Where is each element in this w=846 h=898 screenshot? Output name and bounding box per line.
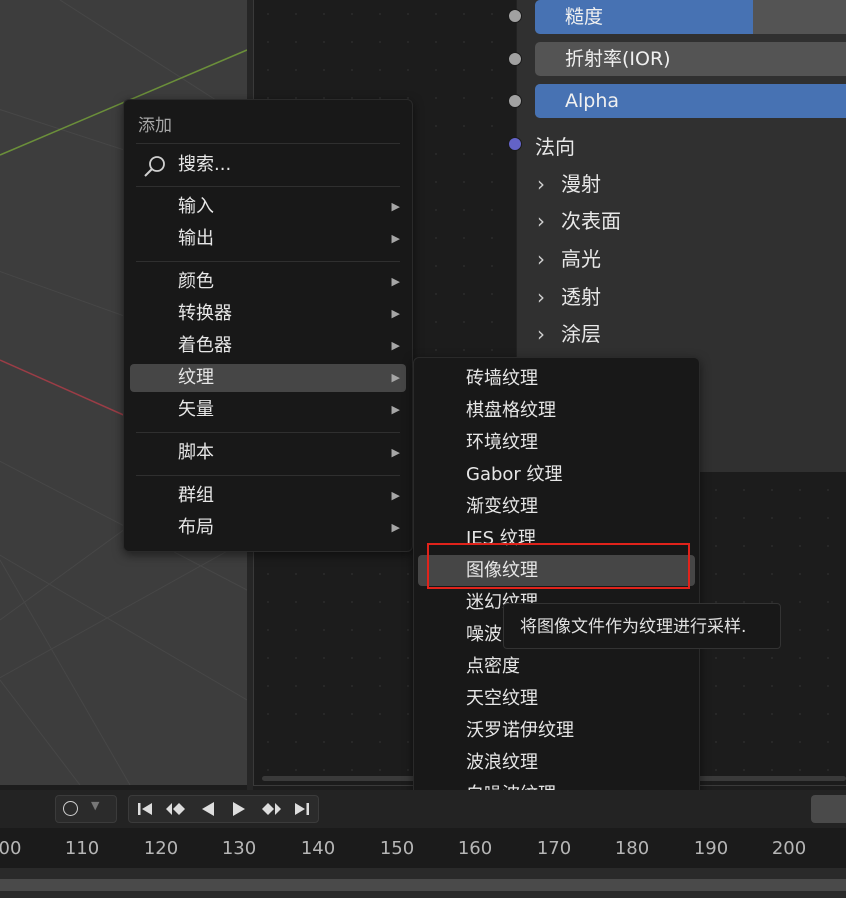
panel-subsurface[interactable]: › 次表面 [537,205,621,234]
next-keyframe-icon [261,803,281,815]
submenu-arrow-icon: ▶ [391,200,400,213]
menu-item-environment-texture[interactable]: 环境纹理 [418,427,695,458]
prev-keyframe-icon [166,803,186,815]
tooltip: 将图像文件作为纹理进行采样. [503,603,781,649]
play-reverse-button[interactable] [192,796,224,822]
menu-separator [136,186,400,187]
normal-socket[interactable] [508,137,522,151]
frame-label: 140 [300,838,336,859]
timeline-track-bar [0,879,846,891]
alpha-label: Alpha [565,90,620,112]
menu-item-vector[interactable]: 矢量 ▶ [130,396,406,424]
alpha-socket[interactable] [508,94,522,108]
menu-separator [136,432,400,433]
panel-specular[interactable]: › 高光 [537,243,601,272]
frame-label: 200 [771,838,807,859]
submenu-arrow-icon: ▶ [391,371,400,384]
menu-item-shader[interactable]: 着色器 ▶ [130,332,406,360]
normal-label: 法向 [535,135,575,159]
roughness-label: 糙度 [565,6,604,28]
frame-ruler[interactable]: 00 110 120 130 140 150 160 170 180 190 2… [0,828,846,868]
menu-item-checker-texture[interactable]: 棋盘格纹理 [418,395,695,426]
menu-item-point-density[interactable]: 点密度 [418,651,695,682]
menu-item-sky-texture[interactable]: 天空纹理 [418,683,695,714]
search-label: 搜索... [178,154,232,175]
alpha-field[interactable]: Alpha [535,84,846,118]
menu-separator [136,475,400,476]
record-circle-icon [63,801,78,816]
next-keyframe-button[interactable] [255,796,287,822]
submenu-arrow-icon: ▶ [391,275,400,288]
menu-item-output[interactable]: 输出 ▶ [130,225,406,253]
ior-label: 折射率(IOR) [565,48,671,70]
menu-separator [136,261,400,262]
frame-label: 170 [536,838,572,859]
submenu-arrow-icon: ▶ [391,403,400,416]
frame-label: 110 [64,838,100,859]
frame-label: 160 [457,838,493,859]
submenu-arrow-icon: ▶ [391,489,400,502]
chevron-right-icon: › [537,285,545,309]
chevron-right-icon: › [537,172,545,196]
submenu-arrow-icon: ▶ [391,339,400,352]
submenu-arrow-icon: ▶ [391,307,400,320]
frame-label: 180 [614,838,650,859]
search-icon [144,156,165,177]
menu-item-group[interactable]: 群组 ▶ [130,482,406,510]
menu-search[interactable]: 搜索... [130,151,406,179]
jump-end-icon [295,803,310,815]
menu-item-color[interactable]: 颜色 ▶ [130,268,406,296]
add-menu: 添加 搜索... 输入 ▶ 输出 ▶ 颜色 ▶ 转换器 ▶ 着色器 ▶ 纹理 ▶… [123,99,413,552]
panel-diffuse[interactable]: › 漫射 [537,168,601,197]
menu-separator [136,143,400,144]
frame-label: 150 [379,838,415,859]
jump-start-button[interactable] [129,796,161,822]
submenu-arrow-icon: ▶ [391,446,400,459]
roughness-socket[interactable] [508,9,522,23]
ior-field[interactable]: 折射率(IOR) [535,42,846,76]
menu-item-script[interactable]: 脚本 ▶ [130,439,406,467]
timeline-menu-button[interactable] [811,795,846,823]
play-button[interactable] [224,796,256,822]
ior-socket[interactable] [508,52,522,66]
menu-item-gabor-texture[interactable]: Gabor 纹理 [418,459,695,490]
chevron-right-icon: › [537,247,545,271]
playback-controls [128,795,319,823]
menu-item-voronoi-texture[interactable]: 沃罗诺伊纹理 [418,715,695,746]
prev-keyframe-button[interactable] [161,796,193,822]
chevron-down-icon[interactable]: ▼ [91,799,99,812]
play-reverse-icon [201,802,214,816]
menu-item-brick-texture[interactable]: 砖墙纹理 [418,363,695,394]
frame-label: 190 [693,838,729,859]
frame-label: 120 [143,838,179,859]
chevron-right-icon: › [537,209,545,233]
menu-item-layout[interactable]: 布局 ▶ [130,514,406,542]
frame-label: 00 [0,838,22,859]
submenu-arrow-icon: ▶ [391,521,400,534]
roughness-field[interactable]: 糙度 [535,0,846,34]
menu-item-input[interactable]: 输入 ▶ [130,193,406,221]
highlight-annotation-box [427,543,690,589]
panel-coat[interactable]: › 涂层 [537,318,601,347]
chevron-right-icon: › [537,322,545,346]
frame-label: 130 [221,838,257,859]
menu-item-gradient-texture[interactable]: 渐变纹理 [418,491,695,522]
auto-keying-button[interactable]: ▼ [55,795,117,823]
panel-transmission[interactable]: › 透射 [537,281,601,310]
menu-item-converter[interactable]: 转换器 ▶ [130,300,406,328]
menu-item-texture[interactable]: 纹理 ▶ [130,364,406,392]
timeline-header: ▼ [0,790,846,828]
submenu-arrow-icon: ▶ [391,232,400,245]
jump-start-icon [137,803,152,815]
jump-end-button[interactable] [287,796,319,822]
menu-title: 添加 [138,116,172,136]
play-icon [233,802,246,816]
menu-item-wave-texture[interactable]: 波浪纹理 [418,747,695,778]
